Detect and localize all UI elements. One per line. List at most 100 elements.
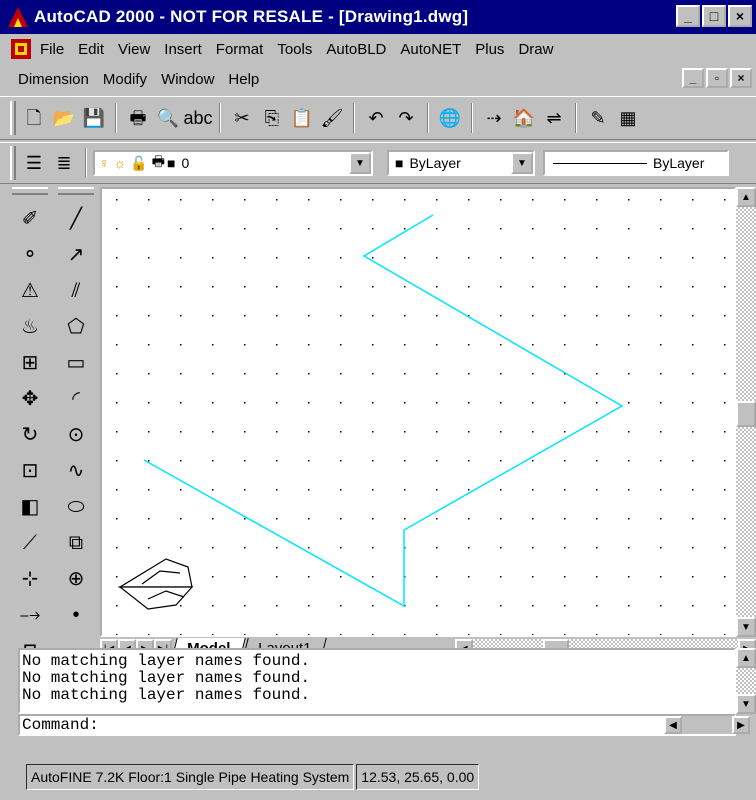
vertical-scrollbar[interactable]: ▲ ▼ <box>736 187 756 637</box>
redo-icon[interactable]: ↷ <box>391 102 421 134</box>
pipe-polyline[interactable] <box>143 214 624 608</box>
more-icon[interactable]: ▦ <box>613 102 643 134</box>
web-icon[interactable]: 🌐 <box>435 102 465 134</box>
open-icon[interactable]: 📂 <box>49 102 79 134</box>
maximize-button[interactable]: □ <box>702 5 726 27</box>
match-properties-icon[interactable]: 🖌 <box>317 102 347 134</box>
command-hscroll[interactable]: ◀ ▶ <box>664 716 750 734</box>
command-line[interactable]: Command: <box>18 714 736 736</box>
close-button[interactable]: × <box>728 5 752 27</box>
command-scrollbar[interactable]: ▲ ▼ <box>736 648 756 714</box>
undo-icon[interactable]: ↶ <box>361 102 391 134</box>
doc-minimize-button[interactable]: _ <box>682 68 704 88</box>
layers-icon[interactable]: ☰ <box>19 147 49 179</box>
scroll-left-icon[interactable]: ◀ <box>664 716 682 734</box>
menu-insert[interactable]: Insert <box>164 41 202 58</box>
extend-icon[interactable]: ⊹ <box>8 561 52 597</box>
rotate-icon[interactable]: ↻ <box>8 417 52 453</box>
trim-icon[interactable]: ⟋ <box>8 525 52 561</box>
scroll-up-icon[interactable]: ▲ <box>736 187 756 207</box>
distance-icon[interactable]: ⇢ <box>479 102 509 134</box>
status-coordinates[interactable]: 12.53, 25.65, 0.00 <box>356 764 480 790</box>
standard-toolbar: 🗋 📂 💾 🖶 🔍 abc ✂ ⎘ 📋 🖌 ↶ ↷ 🌐 ⇢ 🏠 ⇌ ✎ ▦ <box>0 96 756 140</box>
document-icon[interactable] <box>8 37 34 61</box>
polygon-icon[interactable]: ⬠ <box>54 309 98 345</box>
toolbar-grip[interactable] <box>58 187 94 195</box>
properties-icon[interactable]: ✎ <box>583 102 613 134</box>
new-icon[interactable]: 🗋 <box>19 102 49 134</box>
layer-combo[interactable]: ♀ ☼ 🔓 🖶 ■ 0 ▼ <box>93 150 373 176</box>
menu-help[interactable]: Help <box>228 71 259 88</box>
menu-autonet[interactable]: AutoNET <box>400 41 461 58</box>
layer-previous-icon[interactable]: ≣ <box>49 147 79 179</box>
copy-object-icon[interactable]: ⚬ <box>8 237 52 273</box>
rectangle-icon[interactable]: ▭ <box>54 345 98 381</box>
scale-icon[interactable]: ⊡ <box>8 453 52 489</box>
menu-tools[interactable]: Tools <box>277 41 312 58</box>
scroll-down-icon[interactable]: ▼ <box>736 617 756 637</box>
draw-toolbar: ╱ ↗ ⫽ ⬠ ▭ ◜ ⊙ ∿ ⬭ ⧉ ⊕ • <box>54 185 98 661</box>
toolbar-grip[interactable] <box>10 101 16 135</box>
menu-draw[interactable]: Draw <box>518 41 553 58</box>
print-icon[interactable]: 🖶 <box>123 102 153 134</box>
window-title: AutoCAD 2000 - NOT FOR RESALE - [Drawing… <box>34 7 469 26</box>
ellipse-icon[interactable]: ⬭ <box>54 489 98 525</box>
scroll-right-icon[interactable]: ▶ <box>732 716 750 734</box>
chevron-down-icon[interactable]: ▼ <box>349 152 371 174</box>
toolbar-separator <box>219 103 221 133</box>
move-icon[interactable]: ✥ <box>8 381 52 417</box>
menu-file[interactable]: File <box>40 41 64 58</box>
layer-color-swatch: ■ <box>167 155 176 171</box>
line-icon[interactable]: ╱ <box>54 201 98 237</box>
dimension-icon[interactable]: ⇌ <box>539 102 569 134</box>
circle-icon[interactable]: ⊙ <box>54 417 98 453</box>
insert-block-icon[interactable]: ⧉ <box>54 525 98 561</box>
offset-icon[interactable]: ♨ <box>8 309 52 345</box>
paste-icon[interactable]: 📋 <box>287 102 317 134</box>
point-icon[interactable]: • <box>54 597 98 633</box>
color-combo[interactable]: ■ ByLayer ▼ <box>387 150 535 176</box>
doc-close-button[interactable]: × <box>730 68 752 88</box>
menu-window[interactable]: Window <box>161 71 214 88</box>
break-icon[interactable]: ⤍ <box>8 597 52 633</box>
cut-icon[interactable]: ✂ <box>227 102 257 134</box>
spelling-icon[interactable]: abc <box>183 102 213 134</box>
erase-icon[interactable]: ✐ <box>8 201 52 237</box>
title-bar[interactable]: AutoCAD 2000 - NOT FOR RESALE - [Drawing… <box>0 0 756 34</box>
menu-format[interactable]: Format <box>216 41 264 58</box>
scroll-down-icon[interactable]: ▼ <box>736 694 756 714</box>
toolbar-separator <box>471 103 473 133</box>
menu-autobld[interactable]: AutoBLD <box>326 41 386 58</box>
linetype-combo[interactable]: ByLayer <box>543 150 729 176</box>
toolbar-separator <box>353 103 355 133</box>
arc-icon[interactable]: ◜ <box>54 381 98 417</box>
menu-view[interactable]: View <box>118 41 150 58</box>
copy-icon[interactable]: ⎘ <box>257 102 287 134</box>
drawing-svg <box>116 199 726 635</box>
array-icon[interactable]: ⊞ <box>8 345 52 381</box>
menu-edit[interactable]: Edit <box>78 41 104 58</box>
drawing-canvas[interactable] <box>100 187 736 637</box>
make-block-icon[interactable]: ⊕ <box>54 561 98 597</box>
menu-plus[interactable]: Plus <box>475 41 504 58</box>
mirror-icon[interactable]: ⚠ <box>8 273 52 309</box>
minimize-button[interactable]: _ <box>676 5 700 27</box>
history-line: No matching layer names found. <box>22 686 311 704</box>
toolbar-grip[interactable] <box>12 187 48 195</box>
menu-modify[interactable]: Modify <box>103 71 147 88</box>
insert-block-icon[interactable]: 🏠 <box>509 102 539 134</box>
chevron-down-icon[interactable]: ▼ <box>511 152 533 174</box>
construction-line-icon[interactable]: ↗ <box>54 237 98 273</box>
menu-dimension[interactable]: Dimension <box>18 71 89 88</box>
save-icon[interactable]: 💾 <box>79 102 109 134</box>
print-preview-icon[interactable]: 🔍 <box>153 102 183 134</box>
scroll-thumb[interactable] <box>736 401 756 427</box>
scroll-up-icon[interactable]: ▲ <box>736 648 756 668</box>
stretch-icon[interactable]: ◧ <box>8 489 52 525</box>
sun-icon: ☼ <box>113 155 127 171</box>
doc-restore-button[interactable]: ▫ <box>706 68 728 88</box>
toolbar-grip[interactable] <box>10 146 16 180</box>
spline-icon[interactable]: ∿ <box>54 453 98 489</box>
plot-icon: 🖶 <box>151 153 165 169</box>
polyline-icon[interactable]: ⫽ <box>54 273 98 309</box>
